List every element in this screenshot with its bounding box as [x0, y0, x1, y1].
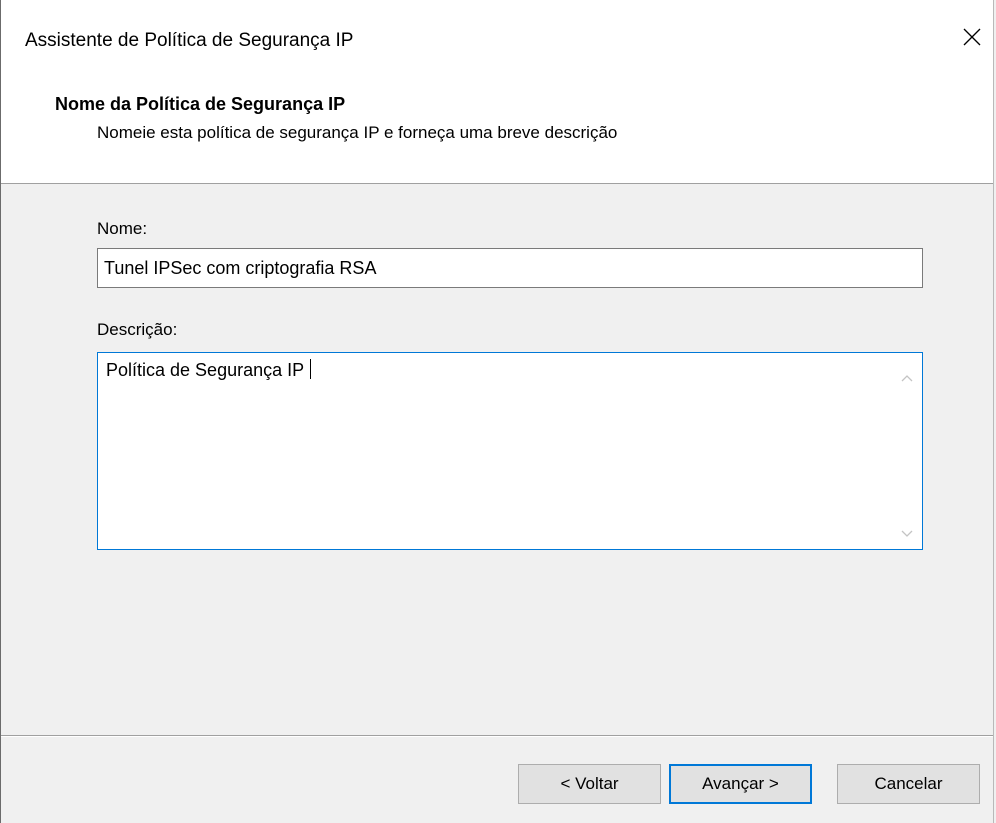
cancel-button[interactable]: Cancelar — [837, 764, 980, 804]
name-input[interactable] — [97, 248, 923, 288]
header-area: Assistente de Política de Segurança IP N… — [1, 0, 993, 184]
close-button[interactable] — [951, 18, 993, 60]
chevron-down-icon — [901, 525, 913, 543]
page-title: Nome da Política de Segurança IP — [55, 94, 346, 114]
name-label: Nome: — [97, 219, 148, 238]
text-caret — [310, 359, 312, 379]
scroll-down-button[interactable] — [898, 525, 916, 543]
window-title: Assistente de Política de Segurança IP — [25, 30, 354, 51]
wizard-window: Assistente de Política de Segurança IP N… — [0, 0, 994, 823]
scroll-up-button[interactable] — [898, 369, 916, 387]
next-button[interactable]: Avançar > — [669, 764, 812, 804]
close-icon — [963, 28, 981, 51]
description-text: Política de Segurança IP — [106, 359, 312, 381]
footer-divider — [1, 735, 993, 737]
description-textarea[interactable]: Política de Segurança IP — [97, 352, 923, 550]
back-button[interactable]: < Voltar — [518, 764, 661, 804]
chevron-up-icon — [901, 369, 913, 387]
page-subtitle: Nomeie esta política de segurança IP e f… — [97, 123, 618, 142]
description-label: Descrição: — [97, 320, 178, 339]
